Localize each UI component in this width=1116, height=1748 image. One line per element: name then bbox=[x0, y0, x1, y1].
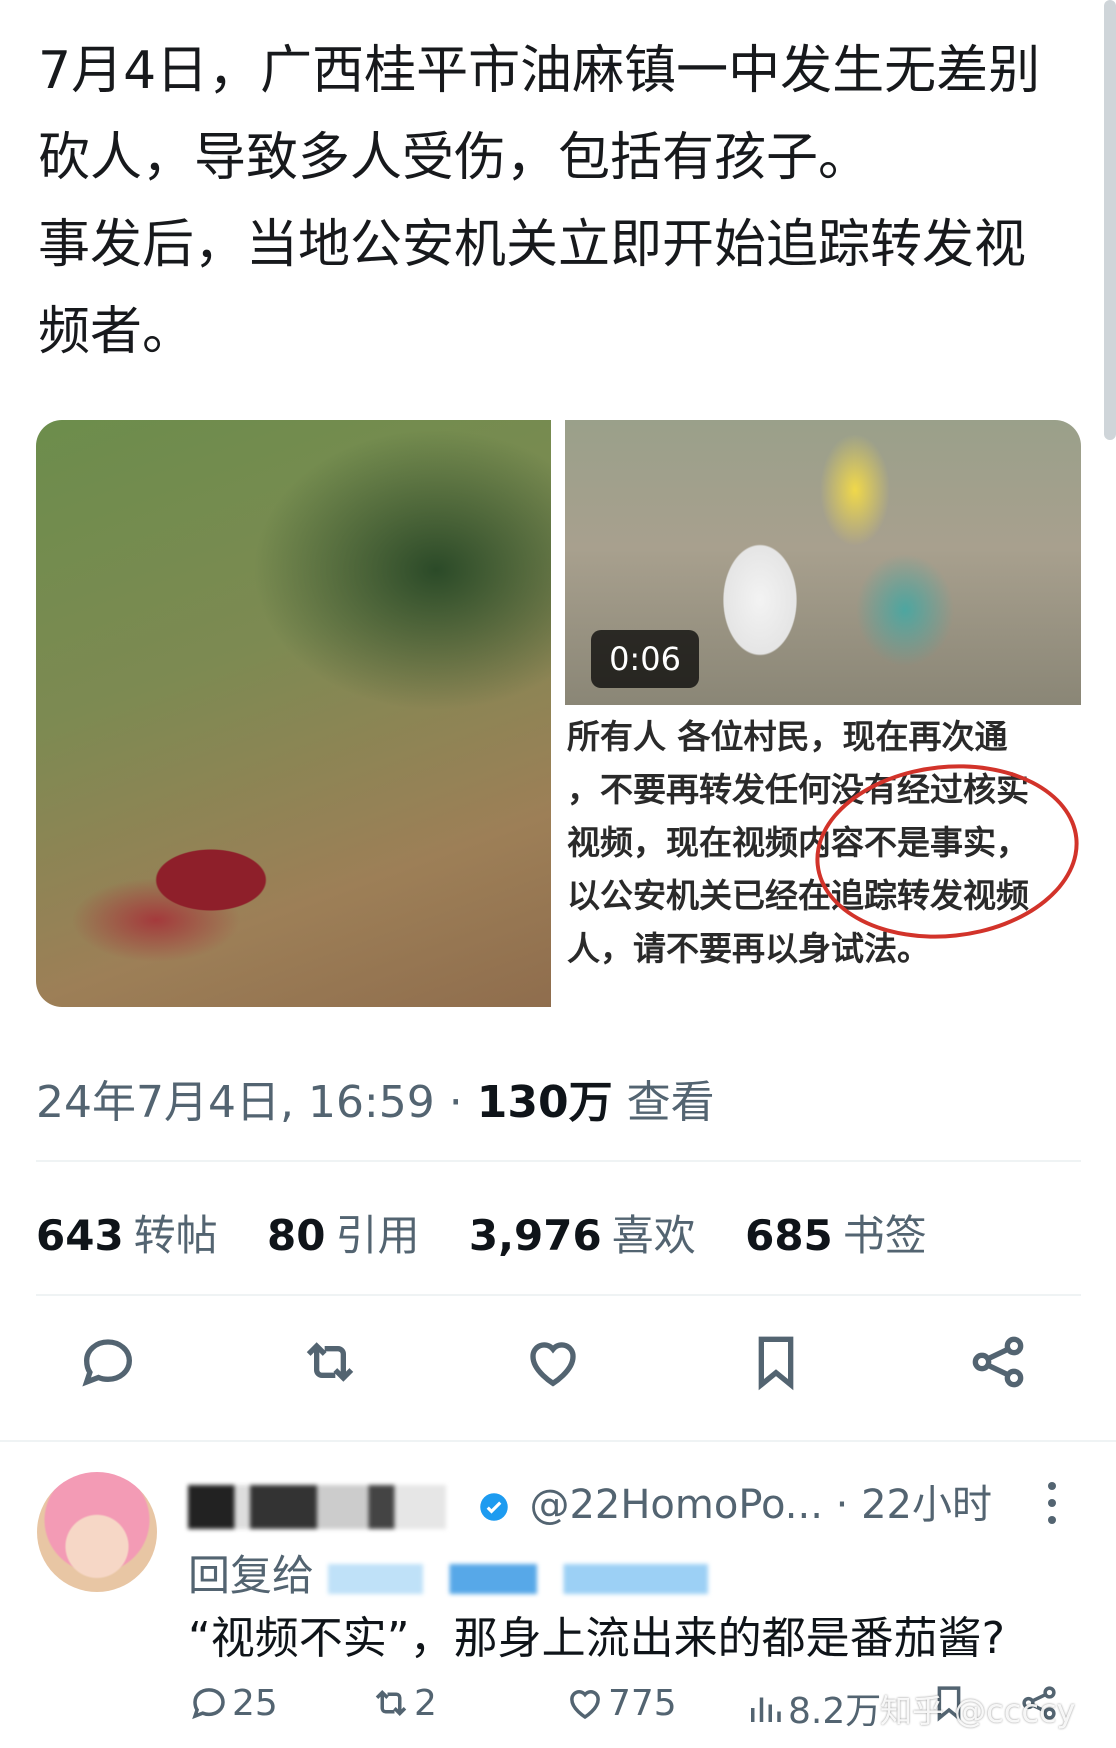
divider bbox=[36, 1160, 1081, 1162]
reply-likes-button[interactable]: 775 bbox=[564, 1682, 677, 1724]
bookmark-icon[interactable] bbox=[744, 1330, 824, 1410]
avatar[interactable] bbox=[37, 1472, 157, 1592]
meta-separator: · bbox=[448, 1077, 463, 1128]
media-right-column: 0:06 所有人 各位村民，现在再次通 ，不要再转发任何没有经过核实 视频，现在… bbox=[565, 420, 1081, 1007]
reply-text: “视频不实”，那身上流出来的都是番茄酱? bbox=[188, 1613, 1005, 1664]
reply-icon[interactable] bbox=[76, 1330, 156, 1410]
video-duration-badge: 0:06 bbox=[591, 630, 699, 688]
stat-bookmarks[interactable]: 685 书签 bbox=[745, 1211, 927, 1260]
reply-views-button[interactable]: 8.2万 bbox=[744, 1682, 881, 1734]
zhihu-watermark: 知乎 @ccccy bbox=[880, 1692, 1076, 1730]
post-datetime[interactable]: 24年7月4日, 16:59 bbox=[36, 1077, 435, 1128]
post-line: 砍人，导致多人受伤，包括有孩子。 bbox=[38, 128, 871, 188]
reply-to-label: 回复给 bbox=[188, 1551, 315, 1600]
photo-scene[interactable] bbox=[36, 420, 551, 1007]
reply-retweets-count: 2 bbox=[414, 1682, 437, 1724]
reply-likes-count: 775 bbox=[608, 1682, 677, 1724]
post-line: 7月4日，广西桂平市油麻镇一中发生无差别 bbox=[38, 41, 1041, 101]
post-line: 事发后，当地公安机关立即开始追踪转发视 bbox=[38, 215, 1027, 275]
stat-reposts[interactable]: 643 转帖 bbox=[36, 1211, 218, 1260]
reply-views-count: 8.2万 bbox=[788, 1691, 882, 1732]
reply-replies-count: 25 bbox=[232, 1682, 278, 1724]
like-icon[interactable] bbox=[521, 1330, 601, 1410]
reply-retweets-button[interactable]: 2 bbox=[370, 1682, 437, 1724]
divider bbox=[36, 1294, 1081, 1296]
video-thumbnail[interactable]: 0:06 bbox=[565, 420, 1081, 705]
scrollbar[interactable] bbox=[1104, 0, 1116, 440]
post-text: 7月4日，广西桂平市油麻镇一中发生无差别 砍人，导致多人受伤，包括有孩子。 事发… bbox=[38, 28, 1078, 376]
verified-badge-icon bbox=[479, 1493, 508, 1521]
reply-handle[interactable]: @22HomoPo... bbox=[529, 1482, 823, 1528]
blurred-reply-target[interactable] bbox=[328, 1563, 709, 1594]
reply-to-line: 回复给 bbox=[188, 1542, 709, 1603]
views-count: 130万 bbox=[476, 1077, 613, 1128]
reply-replies-button[interactable]: 25 bbox=[188, 1682, 278, 1724]
reply-icon bbox=[192, 1688, 225, 1720]
reply-author: @22HomoPo... · 22小时 bbox=[188, 1472, 992, 1530]
more-options-icon[interactable] bbox=[1046, 1480, 1058, 1526]
share-icon[interactable] bbox=[966, 1330, 1046, 1410]
like-icon bbox=[570, 1690, 600, 1720]
notice-line: 人，请不要再以身试法。 bbox=[567, 929, 930, 968]
stat-likes[interactable]: 3,976 喜欢 bbox=[469, 1211, 696, 1260]
post-line: 频者。 bbox=[38, 302, 195, 362]
media-grid: 0:06 所有人 各位村民，现在再次通 ，不要再转发任何没有经过核实 视频，现在… bbox=[36, 420, 1081, 1007]
views-label: 查看 bbox=[626, 1077, 715, 1128]
action-bar bbox=[36, 1330, 1081, 1410]
blurred-display-name[interactable] bbox=[188, 1485, 446, 1529]
engagement-stats: 643 转帖 80 引用 3,976 喜欢 685 书签 bbox=[36, 1202, 963, 1263]
retweet-icon bbox=[375, 1690, 407, 1716]
notice-line: 所有人 各位村民，现在再次通 bbox=[567, 717, 1008, 756]
retweet-icon[interactable] bbox=[298, 1330, 378, 1410]
post-meta: 24年7月4日, 16:59 · 130万 查看 bbox=[36, 1066, 715, 1130]
stat-quotes[interactable]: 80 引用 bbox=[267, 1211, 419, 1260]
analytics-icon bbox=[751, 1697, 781, 1722]
reply-time[interactable]: · 22小时 bbox=[836, 1482, 992, 1528]
